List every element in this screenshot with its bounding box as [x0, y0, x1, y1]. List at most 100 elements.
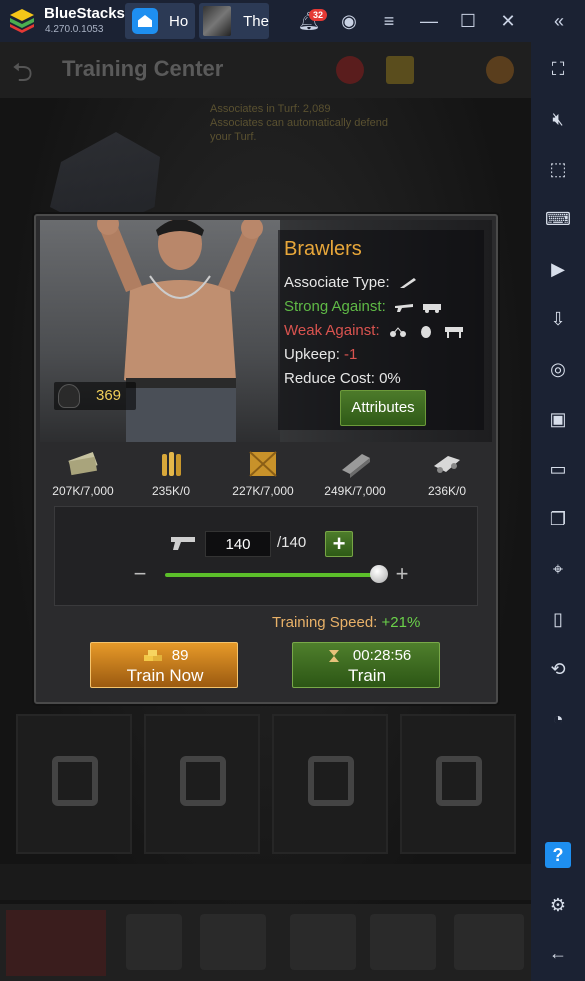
quantity-slider[interactable] [165, 573, 379, 577]
strong-against-label: Strong Against: [284, 298, 386, 315]
unit-info-panel: Brawlers Associate Type: Strong Against:… [278, 230, 484, 430]
locked-slot [16, 714, 132, 854]
bluestacks-logo-icon [10, 9, 34, 33]
back-icon[interactable]: ← [545, 940, 571, 966]
weak-against-row: Weak Against: [284, 322, 464, 339]
biker-icon [389, 327, 406, 338]
install-apk-icon[interactable]: ⇩ [545, 306, 571, 332]
locked-slot [400, 714, 516, 854]
associate-type-label: Associate Type: [284, 274, 390, 291]
gold-icon[interactable] [386, 56, 414, 84]
app-version: 4.270.0.1053 [45, 24, 104, 35]
nav-enforcers-icon[interactable] [290, 914, 356, 970]
multi-instance-icon[interactable]: ❐ [545, 506, 571, 532]
screenshot-icon[interactable]: ◎ [545, 356, 571, 382]
minimize-icon[interactable]: — [416, 8, 442, 34]
train-time: 00:28:56 [352, 647, 412, 664]
maximize-icon[interactable]: ☐ [455, 8, 481, 34]
increase-quantity-button[interactable]: + [325, 531, 353, 557]
train-now-button[interactable]: 89 Train Now [90, 642, 238, 688]
location-icon[interactable]: ⌖ [545, 556, 571, 582]
chat-ticker[interactable] [0, 864, 531, 900]
attributes-button[interactable]: Attributes [340, 390, 426, 426]
resource-goods: 227K/7,000 [220, 446, 306, 504]
grenade-icon [420, 326, 431, 339]
weak-against-label: Weak Against: [284, 322, 380, 339]
record-video-icon[interactable]: ▣ [545, 406, 571, 432]
quantity-input[interactable]: 140 [205, 531, 271, 557]
lock-icon [308, 756, 354, 806]
gold-bars-icon [143, 650, 162, 662]
slider-fill [165, 573, 379, 577]
keyboard-icon[interactable]: ⌨︎ [545, 206, 571, 232]
volume-mute-icon[interactable]: 🔇︎ [545, 106, 571, 132]
train-time-row: 00:28:56 [293, 647, 441, 664]
fullscreen-icon[interactable]: ⛶ [545, 56, 571, 82]
hooded-avatar-icon [58, 384, 80, 408]
notification-badge: 32 [309, 9, 328, 21]
tab-game[interactable]: The [199, 3, 269, 39]
training-dialog: 369 Brawlers Associate Type: Strong Agai… [34, 214, 498, 704]
close-icon[interactable]: ✕ [495, 8, 521, 34]
slider-plus-button[interactable]: + [391, 563, 413, 585]
nav-inventory-icon[interactable] [200, 914, 266, 970]
pistol-icon [171, 537, 195, 550]
tab-game-label: The [243, 12, 269, 30]
resource-metal: 249K/7,000 [312, 446, 398, 504]
unit-name: Brawlers [284, 238, 362, 260]
hourglass-icon [328, 650, 339, 663]
train-now-cost: 89 [171, 647, 189, 664]
training-speed-value: +21% [381, 614, 421, 631]
strong-against-row: Strong Against: [284, 298, 442, 315]
menu-icon[interactable]: ≡ [376, 8, 402, 34]
eco-mode-icon[interactable]: ◔ [545, 706, 571, 732]
slider-handle[interactable] [370, 565, 388, 583]
resource-value: 249K/7,000 [324, 484, 386, 498]
owned-count: 369 [96, 387, 122, 404]
nav-mail-icon[interactable] [370, 914, 436, 970]
pointer-select-icon[interactable]: ⬚ [545, 156, 571, 182]
associate-type-row: Associate Type: [284, 274, 418, 291]
alert-icon[interactable] [336, 56, 364, 84]
tab-home[interactable]: Ho [125, 3, 195, 39]
back-arrow-icon[interactable]: ⮌ [12, 54, 48, 87]
train-now-cost-row: 89 [91, 647, 239, 664]
resource-value: 236K/0 [427, 484, 467, 498]
rotate-icon[interactable]: ⟲ [545, 656, 571, 682]
settings-icon[interactable] [486, 56, 514, 84]
rifle-icon [394, 304, 413, 313]
train-button[interactable]: 00:28:56 Train [292, 642, 440, 688]
knife-icon [399, 278, 416, 289]
account-icon[interactable]: ◉ [336, 8, 362, 34]
cargo-icon [434, 456, 460, 473]
turf-info: Associates in Turf: 2,089 Associates can… [210, 102, 510, 152]
collapse-sidebar-icon[interactable]: « [546, 8, 572, 34]
nav-tasks-icon[interactable] [126, 914, 182, 970]
training-speed: Training Speed: +21% [272, 614, 420, 631]
training-speed-label: Training Speed: [272, 614, 378, 631]
app-name: BlueStacks [44, 5, 125, 22]
bottom-navigation [0, 904, 531, 981]
media-manager-icon[interactable]: ▶ [545, 256, 571, 282]
nav-faction-icon[interactable] [454, 914, 524, 970]
shake-icon[interactable]: ▯ [545, 606, 571, 632]
screen-title: Training Center [62, 56, 224, 81]
metal-icon [342, 454, 370, 478]
folder-icon[interactable]: ▭ [545, 456, 571, 482]
reduce-cost-label: Reduce Cost: [284, 370, 375, 387]
train-label: Train [347, 666, 387, 685]
reduce-cost-row: Reduce Cost: 0% [284, 370, 401, 387]
game-header: ⮌ Training Center [0, 42, 531, 98]
gear-icon[interactable]: ⚙︎ [545, 892, 571, 918]
barricade-icon [445, 327, 464, 339]
lock-icon [436, 756, 482, 806]
vehicle-icon [423, 304, 442, 314]
train-now-label: Train Now [126, 666, 204, 685]
game-viewport: ⮌ Training Center Associates in Turf: 2,… [0, 42, 531, 981]
nav-building-icon[interactable] [6, 910, 106, 976]
resource-cargo: 236K/0 [404, 446, 490, 504]
slider-minus-button[interactable]: − [129, 563, 151, 585]
help-icon[interactable]: ? [545, 842, 571, 868]
ammo-icon [162, 452, 181, 476]
resource-value: 207K/7,000 [52, 484, 114, 498]
